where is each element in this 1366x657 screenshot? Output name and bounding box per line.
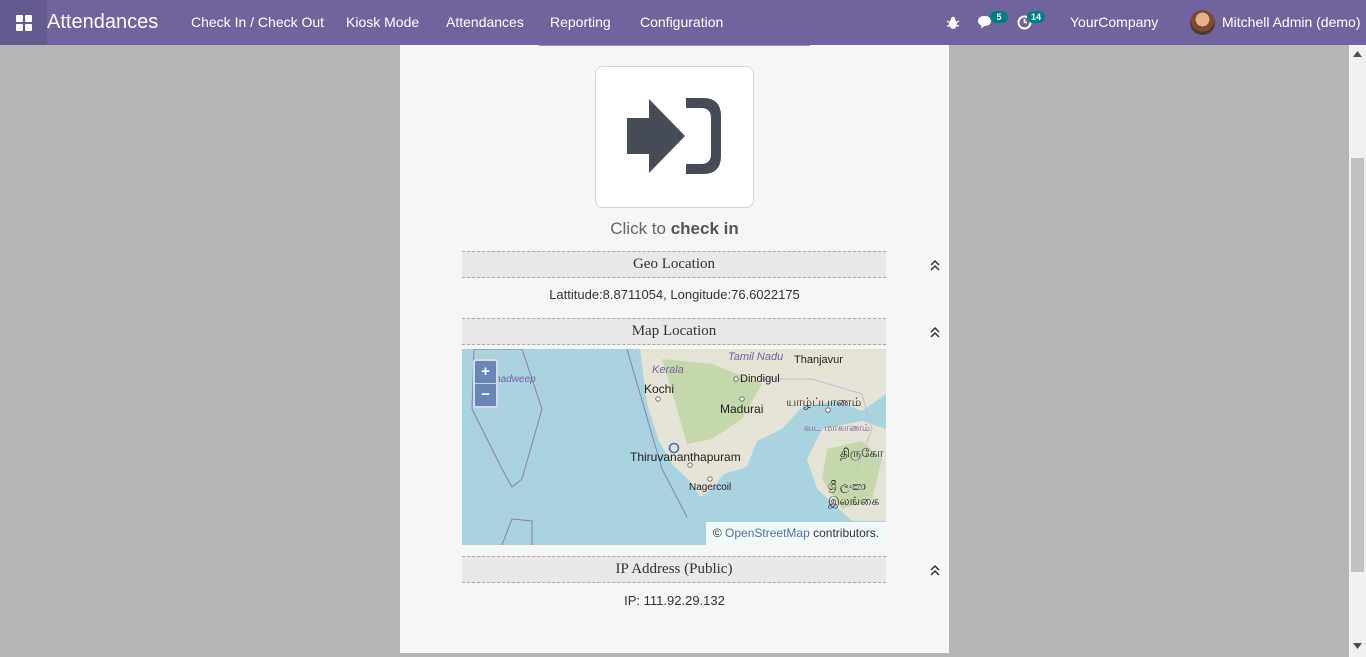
check-in-button[interactable] [595, 66, 754, 208]
attribution-prefix: © [712, 526, 722, 540]
map-label: ශ්‍රී ලංකා [828, 479, 866, 493]
menu-check-in-out[interactable]: Check In / Check Out [191, 14, 324, 30]
attribution-suffix: contributors. [813, 526, 880, 540]
ip-address-value: IP: 111.92.29.132 [624, 593, 725, 608]
map-label: இலங்கை [828, 494, 880, 508]
top-navbar: Attendances Check In / Check Out Kiosk M… [0, 0, 1366, 45]
messages-badge: 5 [990, 11, 1008, 23]
company-switcher[interactable]: YourCompany [1070, 14, 1158, 30]
map-label: Madurai [720, 402, 764, 416]
check-in-prefix: Click to [610, 219, 666, 238]
map-label: Kerala [652, 364, 684, 376]
map-label: Kochi [644, 382, 675, 396]
apps-menu-button[interactable] [0, 0, 47, 45]
bug-icon[interactable] [946, 16, 960, 30]
map-zoom-control: + − [473, 359, 498, 408]
user-avatar[interactable] [1190, 10, 1215, 35]
menu-attendances[interactable]: Attendances [446, 14, 524, 30]
location-map[interactable]: Tamil Nadu Thanjavur Kerala Kochi Dindig… [462, 349, 886, 545]
map-location-header: Map Location [462, 318, 886, 345]
map-label: Thanjavur [794, 354, 843, 366]
openstreetmap-link[interactable]: OpenStreetMap [725, 526, 810, 540]
app-title[interactable]: Attendances [47, 11, 158, 34]
map-label: Thiruvananthapuram [630, 450, 741, 464]
collapse-icon[interactable] [929, 326, 941, 338]
map-attribution: © OpenStreetMap contributors. [706, 522, 886, 545]
map-label: Nagercoil [689, 482, 732, 493]
menu-reporting[interactable]: Reporting [550, 14, 611, 30]
menu-kiosk-mode[interactable]: Kiosk Mode [346, 14, 419, 30]
zoom-out-button[interactable]: − [475, 383, 496, 406]
user-menu[interactable]: Mitchell Admin (demo) [1222, 14, 1361, 30]
check-in-action: check in [670, 219, 739, 238]
activities-badge: 14 [1027, 11, 1045, 23]
map-label: திருகோ [840, 446, 884, 460]
sign-in-icon [627, 98, 721, 174]
map-label: Dindigul [740, 373, 780, 385]
grid-icon [15, 14, 32, 31]
zoom-in-button[interactable]: + [475, 361, 496, 383]
scroll-down-icon[interactable] [1353, 643, 1362, 649]
check-in-caption: Click to check in [400, 219, 949, 239]
collapse-icon[interactable] [929, 259, 941, 271]
map-label: Tamil Nadu [728, 351, 784, 363]
map-label: யாழ்ப்பாணம் [786, 395, 862, 409]
scroll-up-icon[interactable] [1353, 51, 1362, 57]
collapse-icon[interactable] [929, 564, 941, 576]
ip-address-header: IP Address (Public) [462, 556, 886, 583]
divider [539, 45, 810, 46]
map-label: வட மாகாணம் [804, 423, 870, 434]
menu-configuration[interactable]: Configuration [640, 14, 723, 30]
geo-location-value: Lattitude:8.8711054, Longitude:76.602217… [549, 287, 800, 302]
geo-location-header: Geo Location [462, 251, 886, 278]
scroll-thumb[interactable] [1351, 158, 1364, 572]
